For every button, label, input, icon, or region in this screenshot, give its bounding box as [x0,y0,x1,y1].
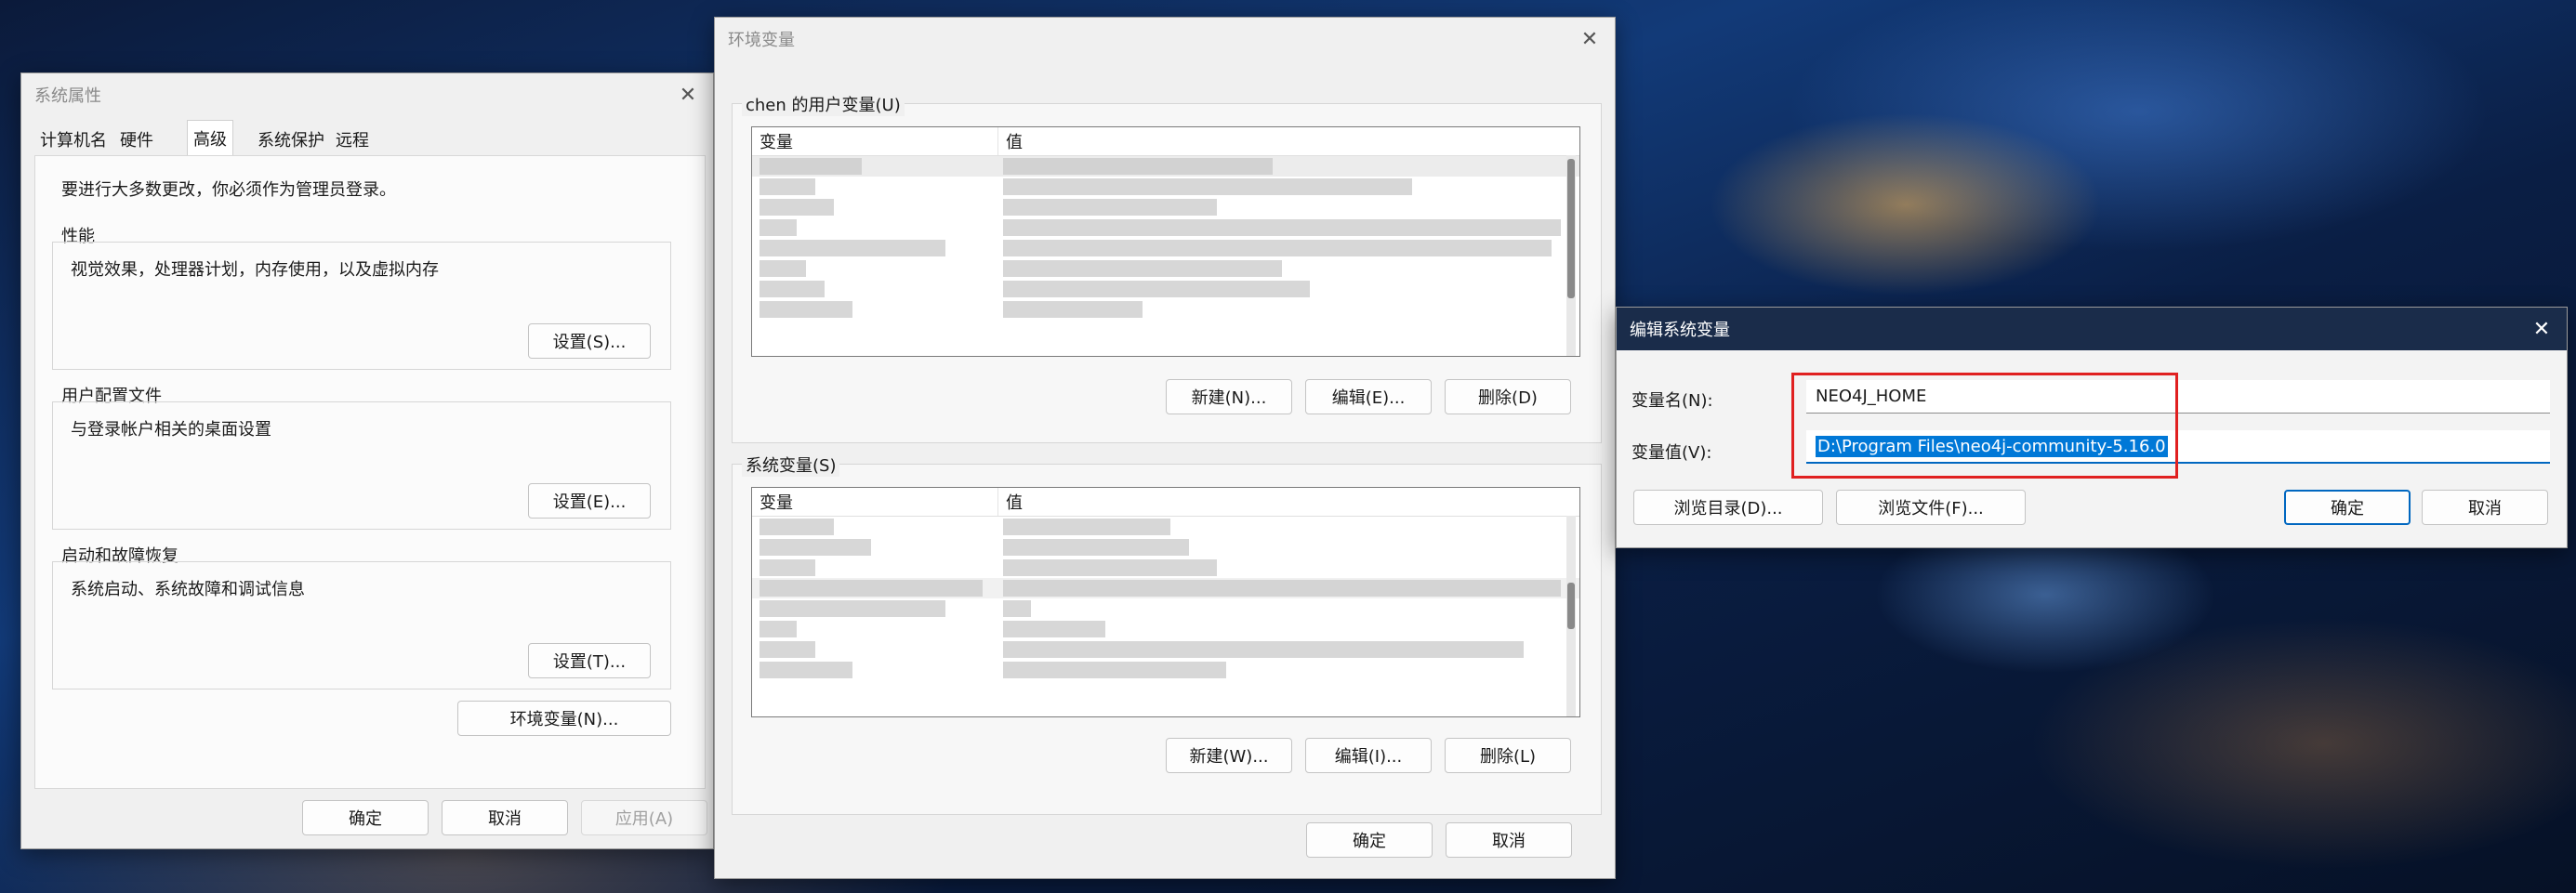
list-row[interactable] [752,660,1579,680]
performance-group: 性能 视觉效果，处理器计划，内存使用，以及虚拟内存 设置(S)... [52,227,671,370]
close-icon[interactable]: ✕ [2528,315,2556,343]
environment-variables-button[interactable]: 环境变量(N)... [457,701,671,736]
startup-recovery-settings-button[interactable]: 设置(T)... [528,643,651,678]
variable-name-label: 变量名(N): [1631,391,1713,411]
column-value[interactable]: 值 [998,488,1030,516]
edit-dialog-titlebar: 编辑系统变量 ✕ [1617,308,2567,350]
user-delete-button[interactable]: 删除(D) [1445,379,1571,414]
cancel-button[interactable]: 取消 [1446,822,1572,858]
system-variables-label: 系统变量(S) [742,453,840,477]
list-row[interactable] [752,156,1579,177]
user-profile-settings-button[interactable]: 设置(E)... [528,483,651,519]
environment-variables-window: 环境变量 ✕ chen 的用户变量(U) 变量 值 新建(N)... 编辑(E)… [714,17,1616,879]
startup-recovery-desc: 系统启动、系统故障和调试信息 [71,580,305,599]
user-profile-desc: 与登录帐户相关的桌面设置 [71,420,271,440]
list-row[interactable] [752,619,1579,639]
startup-recovery-group: 启动和故障恢复 系统启动、系统故障和调试信息 设置(T)... [52,546,671,689]
list-row[interactable] [752,279,1579,299]
variable-value-label: 变量值(V): [1631,443,1712,463]
list-row[interactable] [752,177,1579,197]
environment-variables-titlebar: 环境变量 ✕ [715,18,1615,60]
window-title: 环境变量 [728,31,795,50]
tab-remote[interactable]: 远程 [330,124,375,155]
ok-button[interactable]: 确定 [2284,490,2411,525]
scrollbar-thumb[interactable] [1567,159,1575,298]
list-header: 变量 值 [752,488,1579,517]
ok-button[interactable]: 确定 [1306,822,1433,858]
column-variable[interactable]: 变量 [752,488,998,516]
list-row[interactable] [752,639,1579,660]
system-variables-group: 系统变量(S) 变量 值 新建(W)... 编辑(I)... 删除(L) [732,453,1602,815]
list-row[interactable] [752,258,1579,279]
list-row[interactable] [752,517,1579,537]
apply-button[interactable]: 应用(A) [581,800,707,835]
admin-note: 要进行大多数更改，你必须作为管理员登录。 [61,180,396,200]
cancel-button[interactable]: 取消 [2422,490,2548,525]
list-row[interactable] [752,537,1579,558]
system-variables-list[interactable]: 变量 值 [751,487,1580,717]
tab-computer-name[interactable]: 计算机名 [34,124,112,155]
user-profile-group: 用户配置文件 与登录帐户相关的桌面设置 设置(E)... [52,387,671,530]
scrollbar-thumb[interactable] [1567,583,1575,629]
list-row[interactable] [752,238,1579,258]
user-variables-group: chen 的用户变量(U) 变量 值 新建(N)... 编辑(E)... 删除(… [732,92,1602,443]
edit-system-variable-dialog: 编辑系统变量 ✕ 变量名(N): 变量值(V): NEO4J_HOME D:\P… [1616,307,2568,548]
cancel-button[interactable]: 取消 [442,800,568,835]
tab-advanced[interactable]: 高级 [187,120,233,156]
system-edit-button[interactable]: 编辑(I)... [1305,738,1432,773]
close-icon[interactable]: ✕ [1576,25,1604,53]
tab-system-protection[interactable]: 系统保护 [252,124,330,155]
user-variables-list[interactable]: 变量 值 [751,126,1580,357]
list-row[interactable] [752,578,1579,598]
tab-hardware[interactable]: 硬件 [114,124,159,155]
list-row[interactable] [752,558,1579,578]
advanced-tab-panel: 要进行大多数更改，你必须作为管理员登录。 性能 视觉效果，处理器计划，内存使用，… [34,155,706,789]
list-row[interactable] [752,598,1579,619]
system-properties-window: 系统属性 ✕ 计算机名 硬件 高级 系统保护 远程 要进行大多数更改，你必须作为… [20,72,714,849]
ok-button[interactable]: 确定 [302,800,429,835]
browse-file-button[interactable]: 浏览文件(F)... [1836,490,2026,525]
browse-directory-button[interactable]: 浏览目录(D)... [1633,490,1823,525]
column-variable[interactable]: 变量 [752,127,998,155]
performance-desc: 视觉效果，处理器计划，内存使用，以及虚拟内存 [71,260,439,280]
tab-strip: 计算机名 硬件 高级 系统保护 远程 [34,120,704,156]
close-icon[interactable]: ✕ [674,81,702,109]
highlight-rectangle [1791,373,2178,479]
system-new-button[interactable]: 新建(W)... [1166,738,1292,773]
performance-settings-button[interactable]: 设置(S)... [528,323,651,359]
window-title: 系统属性 [34,86,101,106]
user-new-button[interactable]: 新建(N)... [1166,379,1292,414]
list-row[interactable] [752,217,1579,238]
list-row[interactable] [752,299,1579,320]
system-delete-button[interactable]: 删除(L) [1445,738,1571,773]
system-properties-titlebar: 系统属性 ✕ [21,73,713,116]
user-variables-label: chen 的用户变量(U) [742,92,905,116]
window-title: 编辑系统变量 [1630,321,1730,340]
user-edit-button[interactable]: 编辑(E)... [1305,379,1432,414]
scrollbar[interactable] [1566,155,1576,356]
scrollbar[interactable] [1566,516,1576,716]
list-header: 变量 值 [752,127,1579,156]
list-row[interactable] [752,197,1579,217]
column-value[interactable]: 值 [998,127,1030,155]
